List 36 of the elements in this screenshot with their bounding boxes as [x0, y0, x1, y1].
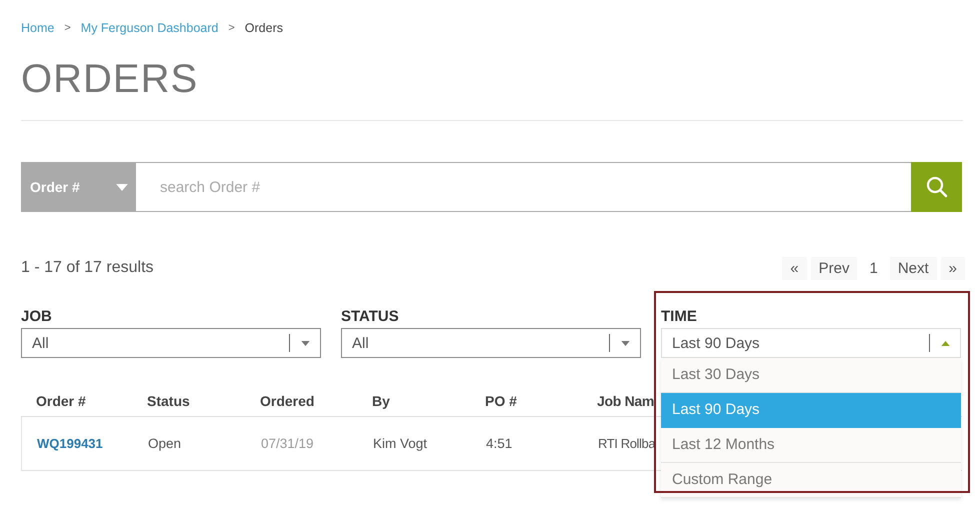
column-header: Ordered — [259, 393, 316, 409]
search-button[interactable] — [911, 162, 962, 212]
filter-dropdown[interactable]: All — [21, 328, 321, 358]
filter-dropdown[interactable]: Last 90 Days — [661, 328, 961, 358]
table-cell: RTI Rollba — [598, 436, 656, 451]
next-page-button[interactable]: Next — [890, 256, 937, 280]
results-count: 1 - 17 of 17 results — [21, 259, 154, 277]
search-field[interactable]: search Order # — [136, 162, 911, 212]
search-icon — [924, 175, 948, 199]
first-page-button[interactable]: « — [782, 256, 807, 280]
table-cell: 07/31/19 — [261, 436, 314, 451]
filter-dropdown[interactable]: All — [341, 328, 641, 358]
filter-label: STATUS — [341, 308, 400, 327]
filter-label: JOB — [21, 308, 53, 327]
caret-icon — [116, 184, 128, 190]
breadcrumb-separator: > — [228, 22, 235, 34]
caret-icon — [940, 340, 950, 346]
column-header: PO # — [484, 393, 518, 409]
filter-label: TIME — [661, 308, 698, 327]
order-link[interactable]: WQ199431 — [37, 436, 103, 451]
column-header: By — [371, 393, 391, 409]
column-header: Order # — [35, 393, 87, 409]
column-header: Status — [146, 393, 191, 409]
page-title: ORDERS — [21, 56, 200, 103]
breadcrumb-current: Orders — [244, 21, 283, 35]
table-cell: Open — [148, 436, 182, 451]
dropdown-option[interactable]: Last 30 Days — [661, 358, 961, 393]
dropdown-option[interactable]: Custom Range — [661, 463, 961, 498]
breadcrumb-separator: > — [64, 22, 71, 34]
table-cell: 4:51 — [486, 436, 512, 451]
caret-icon — [620, 340, 630, 346]
caret-icon — [300, 340, 310, 346]
prev-page-button[interactable]: Prev — [810, 256, 858, 280]
table-cell: Kim Vogt — [373, 436, 428, 451]
dropdown-option[interactable]: Last 12 Months — [661, 428, 961, 463]
last-page-button[interactable]: » — [940, 256, 965, 280]
